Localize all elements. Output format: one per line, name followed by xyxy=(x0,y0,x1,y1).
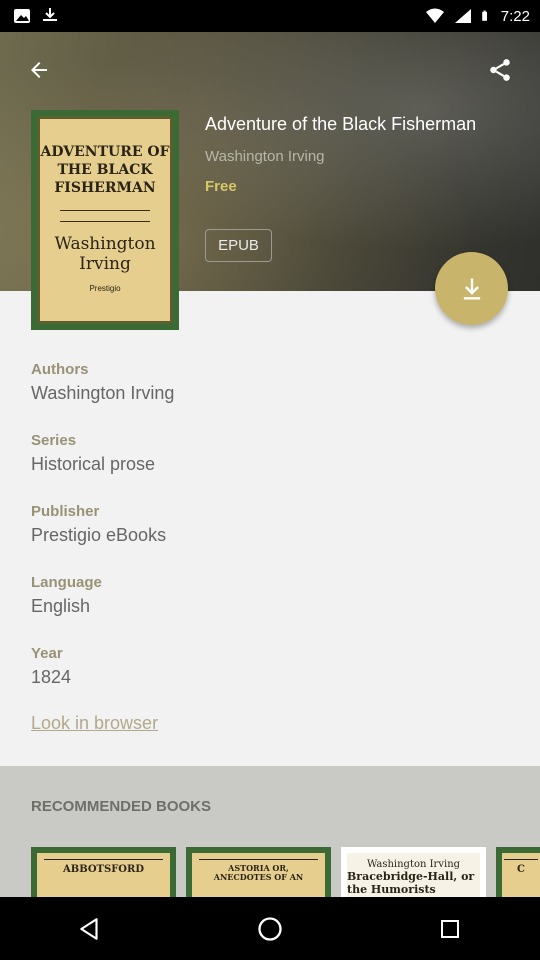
cover-author: Washington Irving xyxy=(54,233,156,274)
book-author: Washington Irving xyxy=(205,148,325,165)
recommended-book-title: ASTORIA OR, ANECDOTES OF AN xyxy=(198,859,319,882)
cover-ornament xyxy=(60,209,150,222)
arrow-back-icon xyxy=(31,62,47,78)
status-time: 7:22 xyxy=(500,7,530,25)
nav-home-button[interactable] xyxy=(240,909,300,949)
recommended-book-title: C xyxy=(503,859,539,875)
nav-recents-button[interactable] xyxy=(420,909,480,949)
system-nav-bar xyxy=(0,897,540,960)
share-icon xyxy=(490,59,510,81)
download-button[interactable] xyxy=(435,252,508,325)
nav-back-icon xyxy=(80,917,98,940)
recommended-book-title: Bracebridge-Hall, or the Humorists xyxy=(347,870,475,896)
recommended-book-cover: ABBOTSFORD xyxy=(37,853,170,897)
recommended-book-author: Washington Irving xyxy=(366,859,461,870)
back-button[interactable] xyxy=(19,50,59,90)
status-right: 7:22 xyxy=(425,7,530,25)
recommended-book[interactable]: ASTORIA OR, ANECDOTES OF AN xyxy=(186,847,331,897)
recommended-book-cover: Washington Irving Bracebridge-Hall, or t… xyxy=(347,853,480,897)
share-button[interactable] xyxy=(480,50,520,90)
look-in-browser-link[interactable]: Look in browser xyxy=(31,713,158,734)
cover-publisher: Prestigio xyxy=(89,284,121,294)
year-label: Year xyxy=(31,645,63,662)
year-value: 1824 xyxy=(31,667,72,687)
cover-title: Adventure of the Black Fisherman xyxy=(40,144,170,197)
recommended-section: RECOMMENDED BOOKS ABBOTSFORD ASTORIA OR,… xyxy=(0,766,540,897)
signal-icon xyxy=(454,9,471,23)
book-cover[interactable]: Adventure of the Black Fisherman Washing… xyxy=(31,110,179,330)
language-label: Language xyxy=(31,574,102,591)
recommended-book-title: ABBOTSFORD xyxy=(43,859,164,875)
publisher-label: Publisher xyxy=(31,503,100,520)
wifi-icon xyxy=(425,8,444,23)
image-notification-icon xyxy=(14,9,30,23)
publisher-value: Prestigio eBooks xyxy=(31,525,167,545)
series-value: Historical prose xyxy=(31,454,156,474)
authors-value: Washington Irving xyxy=(31,383,175,403)
book-title: Adventure of the Black Fisherman xyxy=(205,114,477,134)
nav-home-icon xyxy=(258,916,282,941)
recommended-book[interactable]: ABBOTSFORD xyxy=(31,847,176,897)
recommended-book[interactable]: C xyxy=(496,847,540,897)
recommended-book-cover: ASTORIA OR, ANECDOTES OF AN xyxy=(192,853,325,897)
nav-recents-icon xyxy=(441,919,459,938)
download-icon xyxy=(463,278,480,299)
status-bar: 7:22 xyxy=(0,0,540,32)
format-chip[interactable]: EPUB xyxy=(205,229,272,262)
recommended-book[interactable]: Washington Irving Bracebridge-Hall, or t… xyxy=(341,847,486,897)
book-price: Free xyxy=(205,178,237,195)
series-label: Series xyxy=(31,432,77,449)
recommended-title: RECOMMENDED BOOKS xyxy=(31,798,212,815)
book-cover-art: Adventure of the Black Fisherman Washing… xyxy=(38,117,172,323)
language-value: English xyxy=(31,596,91,616)
status-left xyxy=(12,7,60,25)
authors-label: Authors xyxy=(31,361,89,378)
nav-back-button[interactable] xyxy=(60,909,120,949)
recommended-book-cover: C xyxy=(502,853,540,897)
download-notification-icon xyxy=(43,8,57,21)
battery-icon xyxy=(481,10,487,21)
